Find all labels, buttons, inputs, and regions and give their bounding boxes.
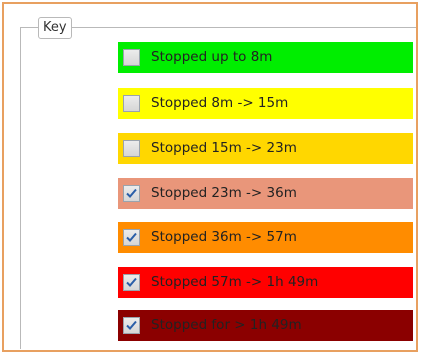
check-icon <box>126 320 137 330</box>
legend-item-label: Stopped up to 8m <box>151 49 273 65</box>
check-icon <box>126 277 137 287</box>
legend-item-36m-57m[interactable]: Stopped 36m -> 57m <box>118 222 413 253</box>
key-panel: Key Stopped up to 8m Stopped 8m -> 15m S… <box>2 2 418 352</box>
checkbox[interactable] <box>123 317 140 334</box>
checkbox[interactable] <box>123 140 140 157</box>
legend-item-label: Stopped 15m -> 23m <box>151 140 297 156</box>
legend-item-15m-23m[interactable]: Stopped 15m -> 23m <box>118 133 413 164</box>
legend-item-up-to-8m[interactable]: Stopped up to 8m <box>118 42 413 73</box>
legend-item-label: Stopped 8m -> 15m <box>151 95 289 111</box>
legend-item-label: Stopped 36m -> 57m <box>151 229 297 245</box>
checkbox[interactable] <box>123 229 140 246</box>
key-title: Key <box>38 17 72 39</box>
checkbox[interactable] <box>123 185 140 202</box>
check-icon <box>126 188 137 198</box>
checkbox[interactable] <box>123 95 140 112</box>
legend-item-23m-36m[interactable]: Stopped 23m -> 36m <box>118 178 413 209</box>
legend-item-8m-15m[interactable]: Stopped 8m -> 15m <box>118 88 413 119</box>
checkbox[interactable] <box>123 274 140 291</box>
check-icon <box>126 232 137 242</box>
legend-item-over-1h49m[interactable]: Stopped for > 1h 49m <box>118 310 413 341</box>
checkbox[interactable] <box>123 49 140 66</box>
legend-item-label: Stopped 57m -> 1h 49m <box>151 274 319 290</box>
legend-item-57m-1h49m[interactable]: Stopped 57m -> 1h 49m <box>118 267 413 298</box>
legend-item-label: Stopped for > 1h 49m <box>151 317 302 333</box>
legend-item-label: Stopped 23m -> 36m <box>151 185 297 201</box>
